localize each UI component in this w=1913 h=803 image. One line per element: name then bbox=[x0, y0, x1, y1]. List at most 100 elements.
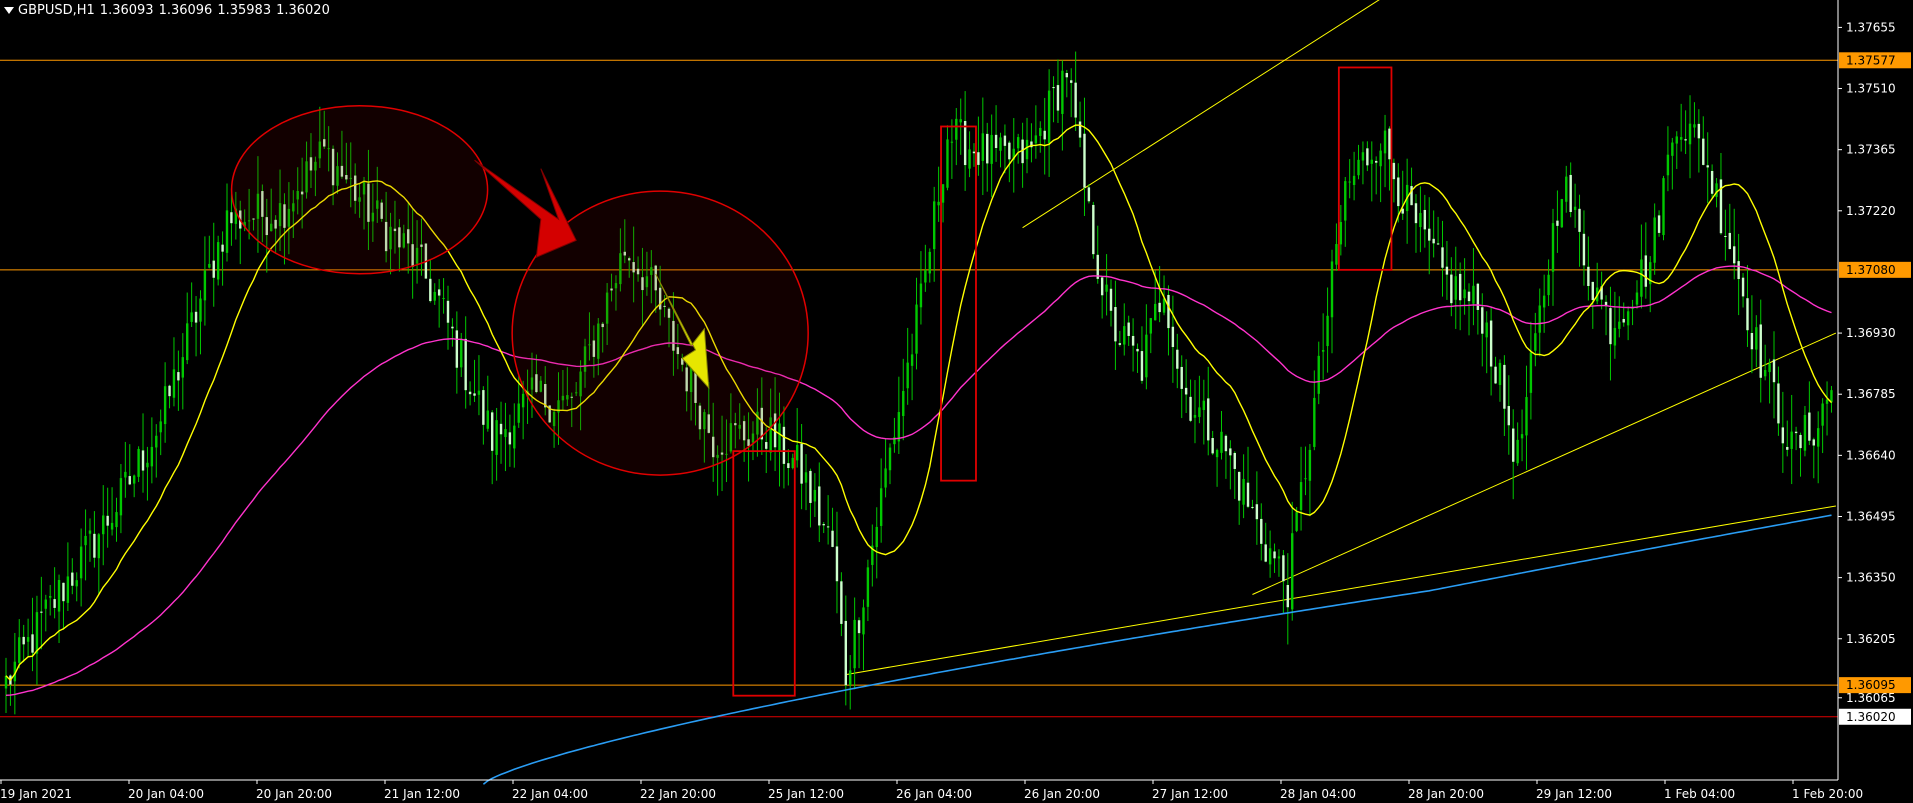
candle-body bbox=[791, 457, 794, 469]
candle-body bbox=[1494, 366, 1497, 384]
candle-body bbox=[1556, 220, 1559, 226]
price-tick-label: 1.36930 bbox=[1846, 326, 1896, 340]
candle-body bbox=[884, 468, 887, 488]
time-tick-label: 26 Jan 20:00 bbox=[1024, 787, 1100, 801]
candle-body bbox=[1812, 439, 1815, 446]
candle-body bbox=[1419, 212, 1422, 228]
candle-body bbox=[1140, 351, 1144, 381]
candle-body bbox=[946, 139, 949, 188]
candle-body bbox=[977, 152, 980, 165]
candle-body bbox=[4, 675, 8, 689]
candle-body bbox=[137, 448, 140, 477]
candle-body bbox=[1613, 327, 1617, 346]
candle-body bbox=[159, 421, 162, 433]
price-tick-label: 1.37655 bbox=[1846, 20, 1896, 34]
candle-body bbox=[1083, 133, 1086, 188]
candle-body bbox=[499, 423, 503, 435]
candle-body bbox=[1573, 206, 1577, 210]
time-tick-label: 20 Jan 20:00 bbox=[256, 787, 332, 801]
candle-body bbox=[1538, 305, 1541, 333]
price-chart[interactable]: 1.37655 1.37510 1.37365 1.37220 1.36930 1.367… bbox=[0, 0, 1913, 803]
candle-body bbox=[1587, 266, 1590, 286]
time-tick-label: 26 Jan 04:00 bbox=[896, 787, 972, 801]
candle-body bbox=[1423, 209, 1427, 230]
price-level-label: 1.36020 bbox=[1846, 710, 1896, 724]
price-tick-label: 1.36495 bbox=[1846, 509, 1896, 523]
candle-body bbox=[972, 151, 976, 154]
candle-body bbox=[1799, 434, 1802, 449]
candle-body bbox=[225, 210, 229, 253]
candle-body bbox=[1220, 431, 1223, 453]
candle-body bbox=[172, 369, 176, 398]
candle-body bbox=[79, 546, 83, 579]
candle-body bbox=[1260, 518, 1263, 544]
candle-body bbox=[163, 386, 167, 425]
candle-body bbox=[795, 444, 799, 461]
candle-body bbox=[1808, 412, 1811, 441]
candle-body bbox=[1467, 291, 1471, 302]
price-tick-label: 1.36205 bbox=[1846, 632, 1896, 646]
candle-body bbox=[1397, 177, 1400, 207]
time-tick-label: 25 Jan 12:00 bbox=[768, 787, 844, 801]
candle-body bbox=[963, 120, 967, 166]
time-tick-label: 27 Jan 12:00 bbox=[1152, 787, 1228, 801]
candle-body bbox=[986, 133, 989, 164]
candle-body bbox=[1657, 215, 1661, 233]
candle-body bbox=[141, 450, 145, 471]
candle-body bbox=[1693, 124, 1696, 128]
candle-body bbox=[1255, 504, 1259, 520]
candle-body bbox=[1246, 482, 1250, 507]
candle-body bbox=[35, 612, 39, 654]
annotations bbox=[230, 66, 1393, 697]
candle-body bbox=[1348, 181, 1351, 183]
price-tick-label: 1.37220 bbox=[1846, 204, 1896, 218]
candle-body bbox=[1065, 73, 1068, 78]
candle-body bbox=[1755, 327, 1758, 350]
candle-body bbox=[1056, 85, 1060, 111]
candle-body bbox=[915, 304, 918, 354]
candle-body bbox=[1264, 544, 1267, 562]
candle-body bbox=[1008, 142, 1011, 160]
candle-body bbox=[1366, 148, 1369, 166]
candle-body bbox=[928, 251, 931, 274]
candle-body bbox=[437, 289, 441, 296]
candle-body bbox=[1414, 203, 1418, 224]
candle-body bbox=[800, 443, 803, 484]
time-tick-label: 29 Jan 12:00 bbox=[1536, 787, 1612, 801]
candle-body bbox=[1684, 139, 1687, 141]
candle-body bbox=[1123, 326, 1126, 345]
candle-body bbox=[66, 576, 70, 603]
candle-body bbox=[1737, 261, 1740, 280]
candle-body bbox=[941, 184, 945, 203]
candle-body bbox=[1171, 326, 1175, 348]
candle-body bbox=[442, 298, 445, 300]
candle-body bbox=[1136, 348, 1139, 352]
candle-body bbox=[1666, 154, 1670, 176]
candle-body bbox=[1454, 276, 1457, 300]
candle-body bbox=[1379, 150, 1382, 167]
candle-body bbox=[1016, 137, 1020, 149]
time-tick-label: 28 Jan 20:00 bbox=[1408, 787, 1484, 801]
candle-body bbox=[429, 278, 432, 302]
candle-body bbox=[849, 670, 852, 686]
candle-body bbox=[181, 357, 184, 378]
candle-body bbox=[71, 572, 74, 586]
candle-body bbox=[1825, 399, 1829, 404]
candle-body bbox=[1375, 160, 1378, 163]
candle-body bbox=[221, 244, 224, 252]
candle-body bbox=[119, 478, 123, 516]
candle-body bbox=[1105, 284, 1108, 292]
candle-body bbox=[1092, 204, 1095, 255]
candle-body bbox=[508, 432, 512, 445]
candle-body bbox=[477, 390, 481, 395]
candle-body bbox=[203, 270, 207, 301]
candle-body bbox=[1388, 128, 1391, 160]
candle-body bbox=[1441, 247, 1444, 268]
candle-body bbox=[1679, 137, 1683, 140]
candle-body bbox=[504, 429, 507, 438]
price-tick-label: 1.37510 bbox=[1846, 82, 1896, 96]
candle-body bbox=[994, 134, 998, 149]
candle-body bbox=[1335, 244, 1338, 265]
candle-body bbox=[1512, 428, 1515, 462]
candle-body bbox=[495, 420, 498, 455]
